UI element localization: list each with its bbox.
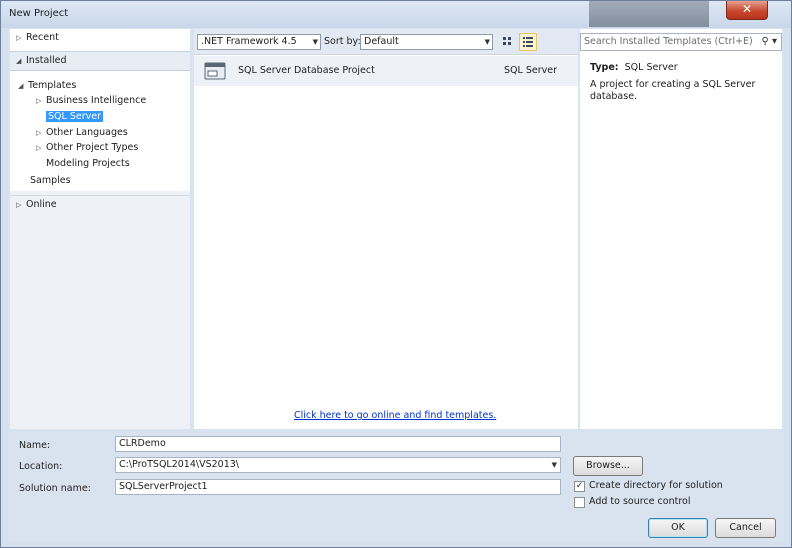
close-icon: ✕ bbox=[741, 2, 753, 16]
source-control-checkbox[interactable] bbox=[574, 497, 585, 508]
list-view-icon bbox=[523, 37, 533, 47]
nav-installed[interactable]: ◢ Installed bbox=[10, 51, 190, 71]
nav-other-project-types[interactable]: ▷ Other Project Types bbox=[36, 141, 138, 155]
template-toolbar: .NET Framework 4.5 ▼ Sort by: Default ▼ bbox=[194, 29, 578, 55]
solution-name-field[interactable]: SQLServerProject1 bbox=[115, 479, 561, 495]
collapse-icon[interactable]: ◢ bbox=[16, 54, 26, 68]
dialog-title: New Project bbox=[9, 8, 69, 19]
location-label: Location: bbox=[19, 461, 63, 472]
nav-samples[interactable]: Samples bbox=[30, 174, 71, 188]
chevron-down-icon: ▼ bbox=[312, 38, 318, 46]
template-type: SQL Server bbox=[504, 65, 557, 76]
template-tree: ▷ Recent ◢ Installed ◢ Templates ▷ Business … bbox=[10, 29, 190, 429]
ok-button[interactable]: OK bbox=[648, 518, 708, 538]
collapse-icon[interactable]: ◢ bbox=[18, 79, 28, 93]
expand-icon[interactable]: ▷ bbox=[16, 31, 26, 45]
expand-icon[interactable]: ▷ bbox=[36, 141, 46, 155]
framework-dropdown[interactable]: .NET Framework 4.5 ▼ bbox=[197, 34, 321, 50]
create-directory-label: Create directory for solution bbox=[589, 480, 723, 491]
nav-templates[interactable]: ◢ Templates bbox=[18, 79, 76, 93]
expand-icon[interactable]: ▷ bbox=[36, 94, 46, 108]
small-icons-view-button[interactable] bbox=[499, 33, 517, 51]
browse-button[interactable]: Browse... bbox=[573, 456, 643, 476]
nav-other-languages[interactable]: ▷ Other Languages bbox=[36, 126, 128, 140]
nav-modeling-projects[interactable]: Modeling Projects bbox=[46, 157, 130, 171]
dialog-body: ▷ Recent ◢ Installed ◢ Templates ▷ Business … bbox=[8, 28, 784, 542]
grid-view-icon bbox=[503, 37, 511, 45]
nav-sql-server[interactable]: SQL Server bbox=[46, 110, 103, 124]
sort-dropdown[interactable]: Default ▼ bbox=[360, 34, 493, 50]
name-label: Name: bbox=[19, 440, 51, 451]
template-type-info: Type: SQL Server bbox=[590, 62, 678, 73]
expand-icon[interactable]: ▷ bbox=[16, 198, 26, 212]
nav-lower-area bbox=[10, 191, 190, 429]
solution-name-label: Solution name: bbox=[19, 483, 91, 494]
template-description: A project for creating a SQL Server data… bbox=[590, 79, 756, 102]
title-bar[interactable]: New Project ✕ bbox=[1, 1, 791, 28]
close-button[interactable]: ✕ bbox=[726, 1, 768, 20]
search-input[interactable]: Search Installed Templates (Ctrl+E) ⚲ ▾ bbox=[580, 33, 782, 51]
create-directory-checkbox[interactable]: ✓ bbox=[574, 481, 585, 492]
cancel-button[interactable]: Cancel bbox=[715, 518, 776, 538]
database-project-icon bbox=[204, 62, 226, 80]
chevron-down-icon[interactable]: ▼ bbox=[552, 458, 557, 472]
template-item[interactable]: SQL Server Database Project SQL Server bbox=[194, 56, 578, 86]
sort-by-label: Sort by: bbox=[324, 36, 361, 47]
new-project-dialog: New Project ✕ ▷ Recent ◢ Installed ◢ Templa… bbox=[0, 0, 792, 548]
find-online-templates-link[interactable]: Click here to go online and find templat… bbox=[294, 410, 496, 421]
search-icon[interactable]: ⚲ ▾ bbox=[761, 34, 777, 50]
nav-online[interactable]: ▷ Online bbox=[10, 195, 190, 213]
nav-recent[interactable]: ▷ Recent bbox=[10, 29, 190, 47]
background-window bbox=[589, 1, 709, 27]
nav-business-intelligence[interactable]: ▷ Business Intelligence bbox=[36, 94, 146, 108]
template-list-panel: .NET Framework 4.5 ▼ Sort by: Default ▼ bbox=[194, 29, 578, 429]
location-field[interactable]: C:\ProTSQL2014\VS2013\ ▼ bbox=[115, 457, 561, 473]
template-description-panel: Search Installed Templates (Ctrl+E) ⚲ ▾ … bbox=[580, 29, 782, 429]
name-field[interactable]: CLRDemo bbox=[115, 436, 561, 452]
source-control-label: Add to source control bbox=[589, 496, 691, 507]
expand-icon[interactable]: ▷ bbox=[36, 126, 46, 140]
template-name: SQL Server Database Project bbox=[238, 65, 375, 76]
list-view-button[interactable] bbox=[519, 33, 537, 51]
chevron-down-icon: ▼ bbox=[484, 38, 490, 46]
